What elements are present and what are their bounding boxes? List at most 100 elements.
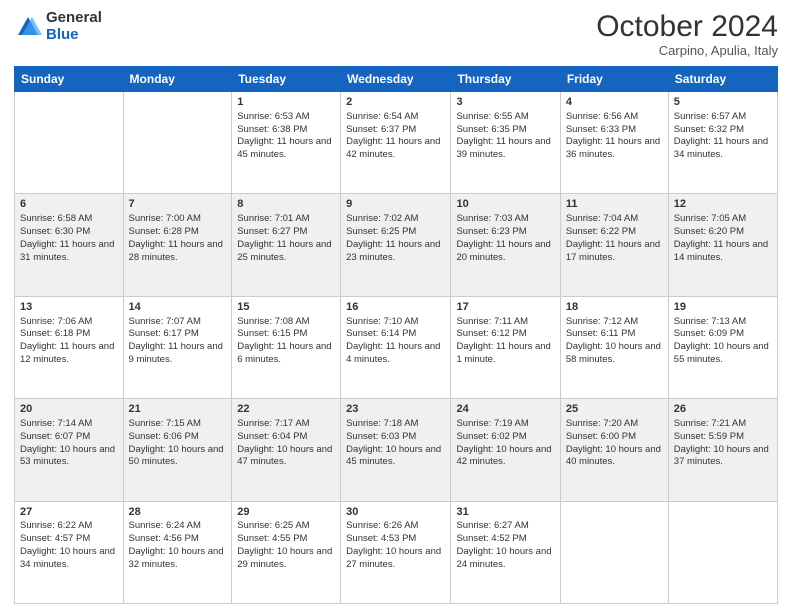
day-number: 5 [674, 95, 772, 110]
title-block: October 2024 Carpino, Apulia, Italy [596, 10, 778, 58]
daylight-text: Daylight: 11 hours and 12 minutes. [20, 341, 114, 365]
day-number: 23 [346, 402, 445, 417]
sunset-text: Sunset: 4:56 PM [129, 533, 199, 544]
sunset-text: Sunset: 6:22 PM [566, 226, 636, 237]
calendar-row: 20Sunrise: 7:14 AMSunset: 6:07 PMDayligh… [15, 399, 778, 501]
day-number: 21 [129, 402, 227, 417]
day-number: 13 [20, 300, 118, 315]
day-number: 8 [237, 197, 335, 212]
daylight-text: Daylight: 11 hours and 9 minutes. [129, 341, 223, 365]
day-number: 3 [456, 95, 554, 110]
sunrise-text: Sunrise: 6:25 AM [237, 520, 309, 531]
daylight-text: Daylight: 10 hours and 29 minutes. [237, 546, 332, 570]
sunrise-text: Sunrise: 7:18 AM [346, 418, 418, 429]
calendar-cell: 18Sunrise: 7:12 AMSunset: 6:11 PMDayligh… [560, 296, 668, 398]
sunset-text: Sunset: 4:55 PM [237, 533, 307, 544]
daylight-text: Daylight: 11 hours and 17 minutes. [566, 239, 660, 263]
daylight-text: Daylight: 11 hours and 31 minutes. [20, 239, 114, 263]
daylight-text: Daylight: 10 hours and 27 minutes. [346, 546, 441, 570]
daylight-text: Daylight: 11 hours and 25 minutes. [237, 239, 331, 263]
sunrise-text: Sunrise: 7:15 AM [129, 418, 201, 429]
sunrise-text: Sunrise: 6:27 AM [456, 520, 528, 531]
calendar-cell: 29Sunrise: 6:25 AM Sunset: 4:55 PM Dayligh… [232, 501, 341, 603]
day-number: 20 [20, 402, 118, 417]
daylight-text: Daylight: 10 hours and 40 minutes. [566, 444, 661, 468]
calendar-cell: 16Sunrise: 7:10 AMSunset: 6:14 PMDayligh… [341, 296, 451, 398]
daylight-text: Daylight: 10 hours and 47 minutes. [237, 444, 332, 468]
month-title: October 2024 [596, 10, 778, 43]
calendar-cell: 26Sunrise: 7:21 AMSunset: 5:59 PMDayligh… [668, 399, 777, 501]
calendar-cell: 23Sunrise: 7:18 AMSunset: 6:03 PMDayligh… [341, 399, 451, 501]
sunrise-text: Sunrise: 6:53 AM [237, 111, 309, 122]
day-number: 29 [237, 505, 335, 520]
sunrise-text: Sunrise: 7:03 AM [456, 213, 528, 224]
sunset-text: Sunset: 6:04 PM [237, 431, 307, 442]
calendar-row: 13Sunrise: 7:06 AMSunset: 6:18 PMDayligh… [15, 296, 778, 398]
sunset-text: Sunset: 6:14 PM [346, 328, 416, 339]
daylight-text: Daylight: 11 hours and 45 minutes. [237, 136, 331, 160]
daylight-text: Daylight: 10 hours and 24 minutes. [456, 546, 551, 570]
sunset-text: Sunset: 6:30 PM [20, 226, 90, 237]
day-number: 4 [566, 95, 663, 110]
daylight-text: Daylight: 11 hours and 34 minutes. [674, 136, 768, 160]
sunset-text: Sunset: 6:38 PM [237, 124, 307, 135]
sunset-text: Sunset: 6:32 PM [674, 124, 744, 135]
sunrise-text: Sunrise: 7:08 AM [237, 316, 309, 327]
sunrise-text: Sunrise: 7:04 AM [566, 213, 638, 224]
day-number: 30 [346, 505, 445, 520]
day-number: 11 [566, 197, 663, 212]
daylight-text: Daylight: 11 hours and 6 minutes. [237, 341, 331, 365]
daylight-text: Daylight: 11 hours and 42 minutes. [346, 136, 440, 160]
col-tuesday: Tuesday [232, 67, 341, 92]
day-number: 16 [346, 300, 445, 315]
sunset-text: Sunset: 6:00 PM [566, 431, 636, 442]
calendar-cell: 20Sunrise: 7:14 AMSunset: 6:07 PMDayligh… [15, 399, 124, 501]
calendar-cell: 24Sunrise: 7:19 AMSunset: 6:02 PMDayligh… [451, 399, 560, 501]
calendar-cell [668, 501, 777, 603]
day-number: 7 [129, 197, 227, 212]
logo-general-text: General [46, 10, 102, 27]
calendar-cell: 25Sunrise: 7:20 AMSunset: 6:00 PMDayligh… [560, 399, 668, 501]
sunset-text: Sunset: 4:53 PM [346, 533, 416, 544]
daylight-text: Daylight: 10 hours and 50 minutes. [129, 444, 224, 468]
calendar-cell: 4Sunrise: 6:56 AMSunset: 6:33 PMDaylight… [560, 92, 668, 194]
day-number: 10 [456, 197, 554, 212]
sunrise-text: Sunrise: 6:54 AM [346, 111, 418, 122]
logo-icon [14, 13, 42, 41]
calendar-cell: 21Sunrise: 7:15 AM Sunset: 6:06 PM Dayligh… [123, 399, 232, 501]
sunrise-text: Sunrise: 7:02 AM [346, 213, 418, 224]
logo: General Blue [14, 10, 102, 43]
sunset-text: Sunset: 6:33 PM [566, 124, 636, 135]
sunrise-text: Sunrise: 7:10 AM [346, 316, 418, 327]
day-number: 19 [674, 300, 772, 315]
day-number: 12 [674, 197, 772, 212]
daylight-text: Daylight: 10 hours and 58 minutes. [566, 341, 661, 365]
calendar-row: 27Sunrise: 6:22 AMSunset: 4:57 PMDayligh… [15, 501, 778, 603]
col-monday: Monday [123, 67, 232, 92]
day-number: 24 [456, 402, 554, 417]
sunset-text: Sunset: 4:52 PM [456, 533, 526, 544]
sunset-text: Sunset: 6:07 PM [20, 431, 90, 442]
calendar-cell: 12Sunrise: 7:05 AMSunset: 6:20 PMDayligh… [668, 194, 777, 296]
col-thursday: Thursday [451, 67, 560, 92]
calendar-cell: 31Sunrise: 6:27 AM Sunset: 4:52 PM Dayligh… [451, 501, 560, 603]
sunset-text: Sunset: 5:59 PM [674, 431, 744, 442]
sunrise-text: Sunrise: 7:13 AM [674, 316, 746, 327]
sunrise-text: Sunrise: 7:21 AM [674, 418, 746, 429]
calendar-cell [123, 92, 232, 194]
sunset-text: Sunset: 6:06 PM [129, 431, 199, 442]
sunrise-text: Sunrise: 7:17 AM [237, 418, 309, 429]
calendar-cell: 1Sunrise: 6:53 AMSunset: 6:38 PMDaylight… [232, 92, 341, 194]
sunset-text: Sunset: 6:09 PM [674, 328, 744, 339]
calendar-cell: 22Sunrise: 7:17 AM Sunset: 6:04 PM Dayligh… [232, 399, 341, 501]
day-number: 22 [237, 402, 335, 417]
calendar-cell: 28Sunrise: 6:24 AMSunset: 4:56 PMDayligh… [123, 501, 232, 603]
day-number: 28 [129, 505, 227, 520]
sunset-text: Sunset: 6:18 PM [20, 328, 90, 339]
daylight-text: Daylight: 10 hours and 45 minutes. [346, 444, 441, 468]
sunrise-text: Sunrise: 7:01 AM [237, 213, 309, 224]
calendar-table: Sunday Monday Tuesday Wednesday Thursday… [14, 66, 778, 604]
sunset-text: Sunset: 4:57 PM [20, 533, 90, 544]
sunrise-text: Sunrise: 6:24 AM [129, 520, 201, 531]
day-number: 31 [456, 505, 554, 520]
